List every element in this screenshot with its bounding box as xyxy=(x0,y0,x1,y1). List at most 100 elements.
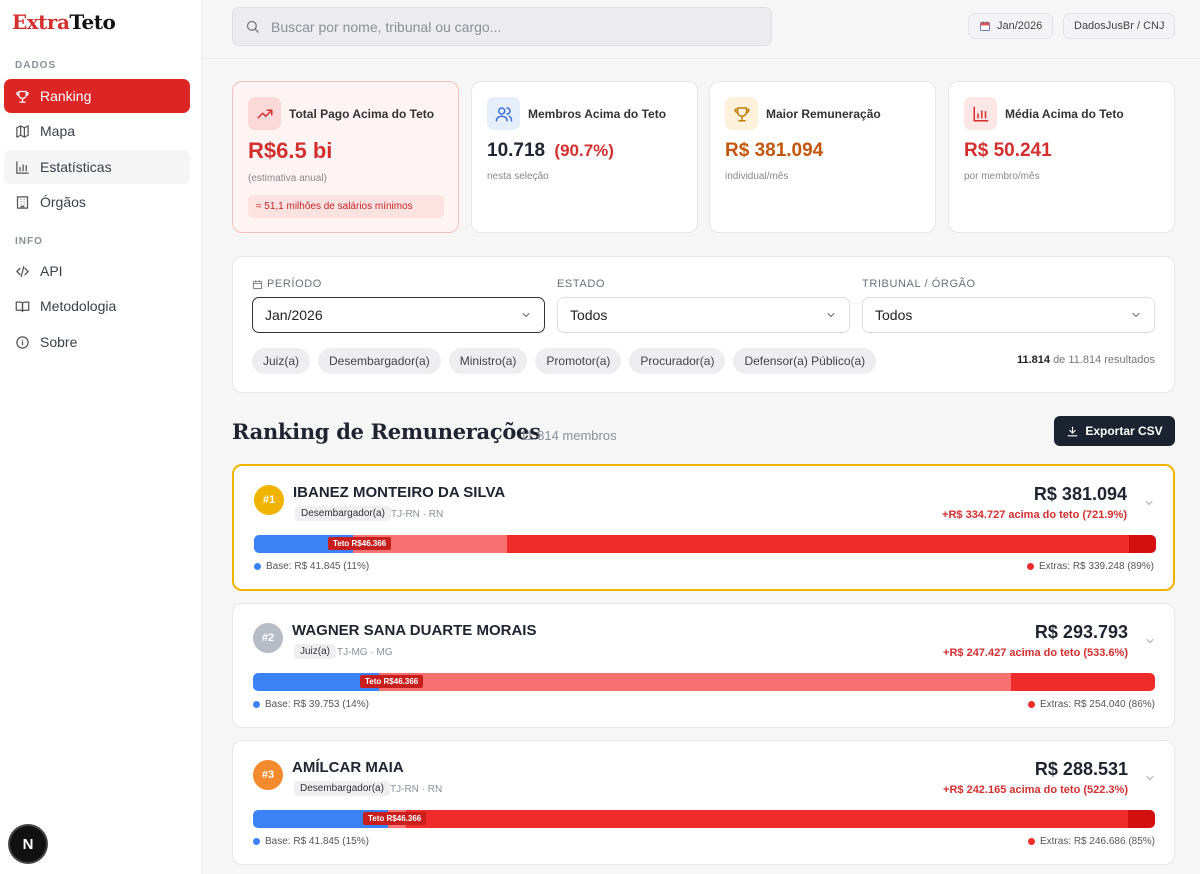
search-icon xyxy=(246,20,259,33)
search-input[interactable] xyxy=(271,18,751,35)
stat-subtitle: nesta seleção xyxy=(487,171,549,182)
sidebar-item-estatisticas[interactable]: Estatísticas xyxy=(4,150,190,184)
bar-chart-icon xyxy=(16,160,29,174)
base-dot xyxy=(254,563,261,570)
state-select[interactable]: Todos xyxy=(557,297,850,333)
book-icon xyxy=(15,301,30,312)
stat-card-total-pago: Total Pago Acima do Teto R$6.5 bi (estim… xyxy=(232,81,459,233)
ranking-card[interactable]: #1 IBANEZ MONTEIRO DA SILVA Desembargado… xyxy=(232,464,1175,591)
chevron-down-icon[interactable] xyxy=(1144,635,1156,647)
stat-card-membros: Membros Acima do Teto 10.718 (90.7%) nes… xyxy=(471,81,698,233)
stat-title: Maior Remuneração xyxy=(766,107,881,121)
logo-part-extra: Extra xyxy=(12,10,70,34)
period-pill[interactable]: Jan/2026 xyxy=(968,13,1054,39)
teto-marker: Teto R$46.366 xyxy=(363,812,427,825)
source-pill[interactable]: DadosJusBr / CNJ xyxy=(1063,13,1176,39)
member-name: AMÍLCAR MAIA xyxy=(292,759,404,776)
ranking-count: 11.814 membros xyxy=(520,428,617,443)
member-location: TJ-MG · MG xyxy=(337,647,393,658)
sidebar-item-api[interactable]: API xyxy=(4,254,190,288)
section-label-dados: DADOS xyxy=(15,60,57,71)
member-role: Desembargador(a) xyxy=(295,506,391,521)
chevron-down-icon[interactable] xyxy=(1143,497,1155,509)
sidebar: ExtraTeto DADOS Ranking Mapa Estatística… xyxy=(0,0,202,874)
stat-title: Total Pago Acima do Teto xyxy=(289,107,435,121)
stat-subtitle: por membro/mês xyxy=(964,171,1040,182)
sidebar-item-ranking[interactable]: Ranking xyxy=(4,79,190,113)
chip-promotor[interactable]: Promotor(a) xyxy=(535,348,622,374)
header-divider xyxy=(202,58,1200,59)
stat-percent: (90.7%) xyxy=(554,141,614,160)
chevron-down-icon xyxy=(522,313,530,318)
member-over-teto: +R$ 247.427 acima do teto (533.6%) xyxy=(943,647,1128,659)
member-name: IBANEZ MONTEIRO DA SILVA xyxy=(293,484,506,501)
logo-part-teto: Teto xyxy=(69,10,116,34)
extras-legend-text: Extras: R$ 246.686 (85%) xyxy=(1039,836,1155,847)
chevron-down-icon xyxy=(1132,313,1140,318)
export-csv-button[interactable]: Exportar CSV xyxy=(1054,416,1175,446)
extras-dot xyxy=(1027,701,1035,708)
stat-value-group: 10.718 (90.7%) xyxy=(487,140,614,162)
extras-legend: Extras: R$ 254.040 (86%) xyxy=(1027,699,1155,710)
filter-panel: PERÍODO Jan/2026 ESTADO Todos TRIBUNAL /… xyxy=(232,256,1175,393)
sidebar-item-mapa[interactable]: Mapa xyxy=(4,114,190,148)
sidebar-item-label: Estatísticas xyxy=(40,159,112,175)
ranking-card[interactable]: #2 WAGNER SANA DUARTE MORAIS Juiz(a) TJ-… xyxy=(232,603,1175,728)
member-total: R$ 381.094 xyxy=(1033,484,1127,504)
bar-chart-icon xyxy=(964,97,997,130)
court-select[interactable]: Todos xyxy=(862,297,1155,333)
rank-badge: #3 xyxy=(253,760,283,790)
stat-value: R$ 50.241 xyxy=(964,140,1052,161)
sidebar-item-sobre[interactable]: Sobre xyxy=(4,325,190,359)
member-total: R$ 288.531 xyxy=(1034,759,1128,779)
member-over-teto: +R$ 242.165 acima do teto (522.3%) xyxy=(943,784,1128,796)
base-legend-text: Base: R$ 41.845 (15%) xyxy=(265,836,369,847)
member-role: Juiz(a) xyxy=(294,644,337,659)
sidebar-item-label: Ranking xyxy=(40,88,92,104)
calendar-icon xyxy=(980,21,990,31)
stat-subtitle: individual/mês xyxy=(725,171,789,182)
teto-marker: Teto R$46.366 xyxy=(328,537,392,550)
chip-juiz[interactable]: Juiz(a) xyxy=(252,348,311,374)
base-legend-text: Base: R$ 39.753 (14%) xyxy=(265,699,369,710)
court-select-value: Todos xyxy=(875,307,913,323)
app-logo[interactable]: ExtraTeto xyxy=(12,10,116,34)
bar-segment-extra xyxy=(506,535,1129,553)
base-legend: Base: R$ 41.845 (15%) xyxy=(253,836,369,847)
extras-legend: Extras: R$ 339.248 (89%) xyxy=(1026,561,1154,572)
rank-badge: #1 xyxy=(254,485,284,515)
bar-segment-extra xyxy=(406,810,1128,828)
bar-segment-extra xyxy=(1010,673,1155,691)
bar-segment-extra-dark xyxy=(1128,535,1156,553)
chip-ministro[interactable]: Ministro(a) xyxy=(448,348,528,374)
download-icon xyxy=(1067,426,1078,436)
period-select[interactable]: Jan/2026 xyxy=(252,297,545,333)
stat-subtitle: (estimativa anual) xyxy=(248,173,327,184)
chevron-down-icon xyxy=(827,313,835,318)
trophy-icon xyxy=(725,97,758,130)
base-legend: Base: R$ 41.845 (11%) xyxy=(254,561,369,572)
chip-defensor[interactable]: Defensor(a) Público(a) xyxy=(733,348,877,374)
code-icon xyxy=(16,265,29,277)
base-legend: Base: R$ 39.753 (14%) xyxy=(253,699,369,710)
member-role: Desembargador(a) xyxy=(294,781,390,796)
role-chips: Juiz(a) Desembargador(a) Ministro(a) Pro… xyxy=(252,348,877,374)
section-label-info: INFO xyxy=(15,236,43,247)
ranking-card[interactable]: #3 AMÍLCAR MAIA Desembargador(a) TJ-RN ·… xyxy=(232,740,1175,865)
next-devtools-button[interactable]: N xyxy=(10,826,46,862)
sidebar-item-metodologia[interactable]: Metodologia xyxy=(4,289,190,323)
chevron-down-icon[interactable] xyxy=(1144,772,1156,784)
search-bar[interactable] xyxy=(232,7,772,46)
stat-value: R$ 381.094 xyxy=(725,140,824,161)
base-legend-text: Base: R$ 41.845 (11%) xyxy=(266,561,370,572)
chip-desembargador[interactable]: Desembargador(a) xyxy=(318,348,441,374)
member-location: TJ-RN · RN xyxy=(391,509,444,520)
member-over-teto: +R$ 334.727 acima do teto (721.9%) xyxy=(942,509,1127,521)
sidebar-item-orgaos[interactable]: Órgãos xyxy=(4,185,190,219)
sidebar-item-label: Metodologia xyxy=(40,298,117,314)
period-label-text: PERÍODO xyxy=(267,278,322,290)
chip-procurador[interactable]: Procurador(a) xyxy=(629,348,726,374)
member-location: TJ-RN · RN xyxy=(390,784,443,795)
ranking-title: Ranking de Remunerações xyxy=(232,419,541,444)
stat-card-media: Média Acima do Teto R$ 50.241 por membro… xyxy=(948,81,1175,233)
